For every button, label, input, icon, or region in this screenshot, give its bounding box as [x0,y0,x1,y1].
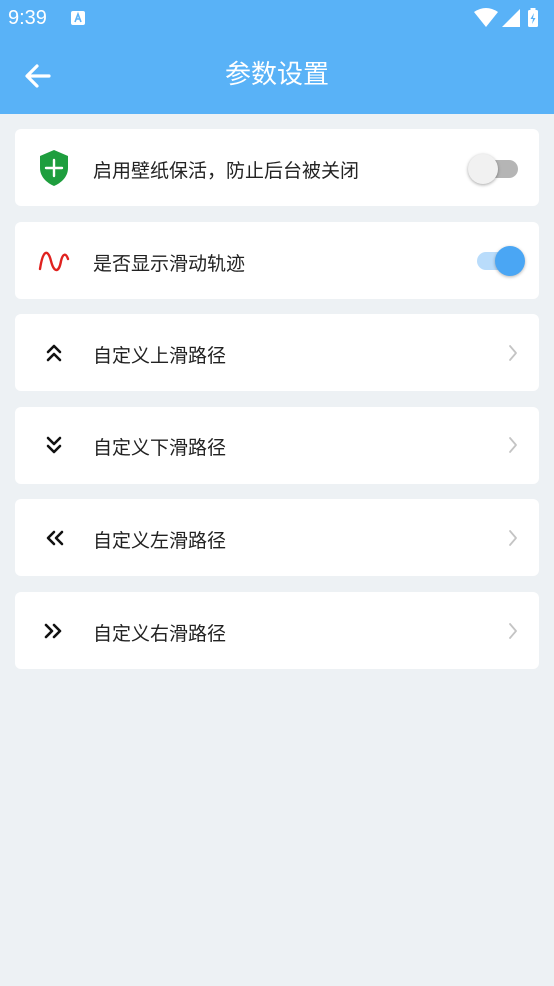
status-time: 9:39 [8,7,47,29]
text-a-icon [71,11,85,25]
setting-swipe-left-path[interactable]: 自定义左滑路径 [15,499,539,576]
keep-alive-toggle[interactable] [468,150,524,186]
setting-swipe-left-label: 自定义左滑路径 [93,530,227,552]
setting-swipe-up-path[interactable]: 自定义上滑路径 [15,314,539,391]
system-icons [474,8,538,27]
wifi-icon [474,8,498,27]
setting-keep-alive[interactable]: 启用壁纸保活，防止后台被关闭 [15,129,539,206]
status-bar: 9:39 [0,0,554,36]
setting-swipe-down-path[interactable]: 自定义下滑路径 [15,407,539,484]
chevron-right-icon [509,345,517,361]
setting-swipe-right-path[interactable]: 自定义右滑路径 [15,592,539,669]
double-chevron-down-icon [46,436,62,454]
battery-charging-icon [528,8,538,27]
setting-keep-alive-label: 启用壁纸保活，防止后台被关闭 [93,160,360,182]
toggle-thumb [468,154,498,184]
double-chevron-right-icon [44,623,62,639]
chevron-right-icon [509,530,517,546]
chevron-right-icon [509,437,517,453]
double-chevron-up-icon [46,344,62,362]
chevron-right-icon [509,623,517,639]
setting-swipe-right-label: 自定义右滑路径 [93,623,227,645]
wave-icon [38,251,70,272]
signal-icon [502,9,520,27]
shield-plus-icon [40,150,68,186]
setting-swipe-up-label: 自定义上滑路径 [93,345,227,367]
page-title: 参数设置 [224,60,329,90]
setting-swipe-down-label: 自定义下滑路径 [93,437,227,459]
toggle-thumb [495,246,525,276]
double-chevron-left-icon [46,530,64,546]
setting-show-trail-label: 是否显示滑动轨迹 [93,253,246,275]
show-trail-toggle[interactable] [473,242,529,278]
app-bar: 参数设置 [0,36,554,114]
setting-show-trail[interactable]: 是否显示滑动轨迹 [15,222,539,299]
